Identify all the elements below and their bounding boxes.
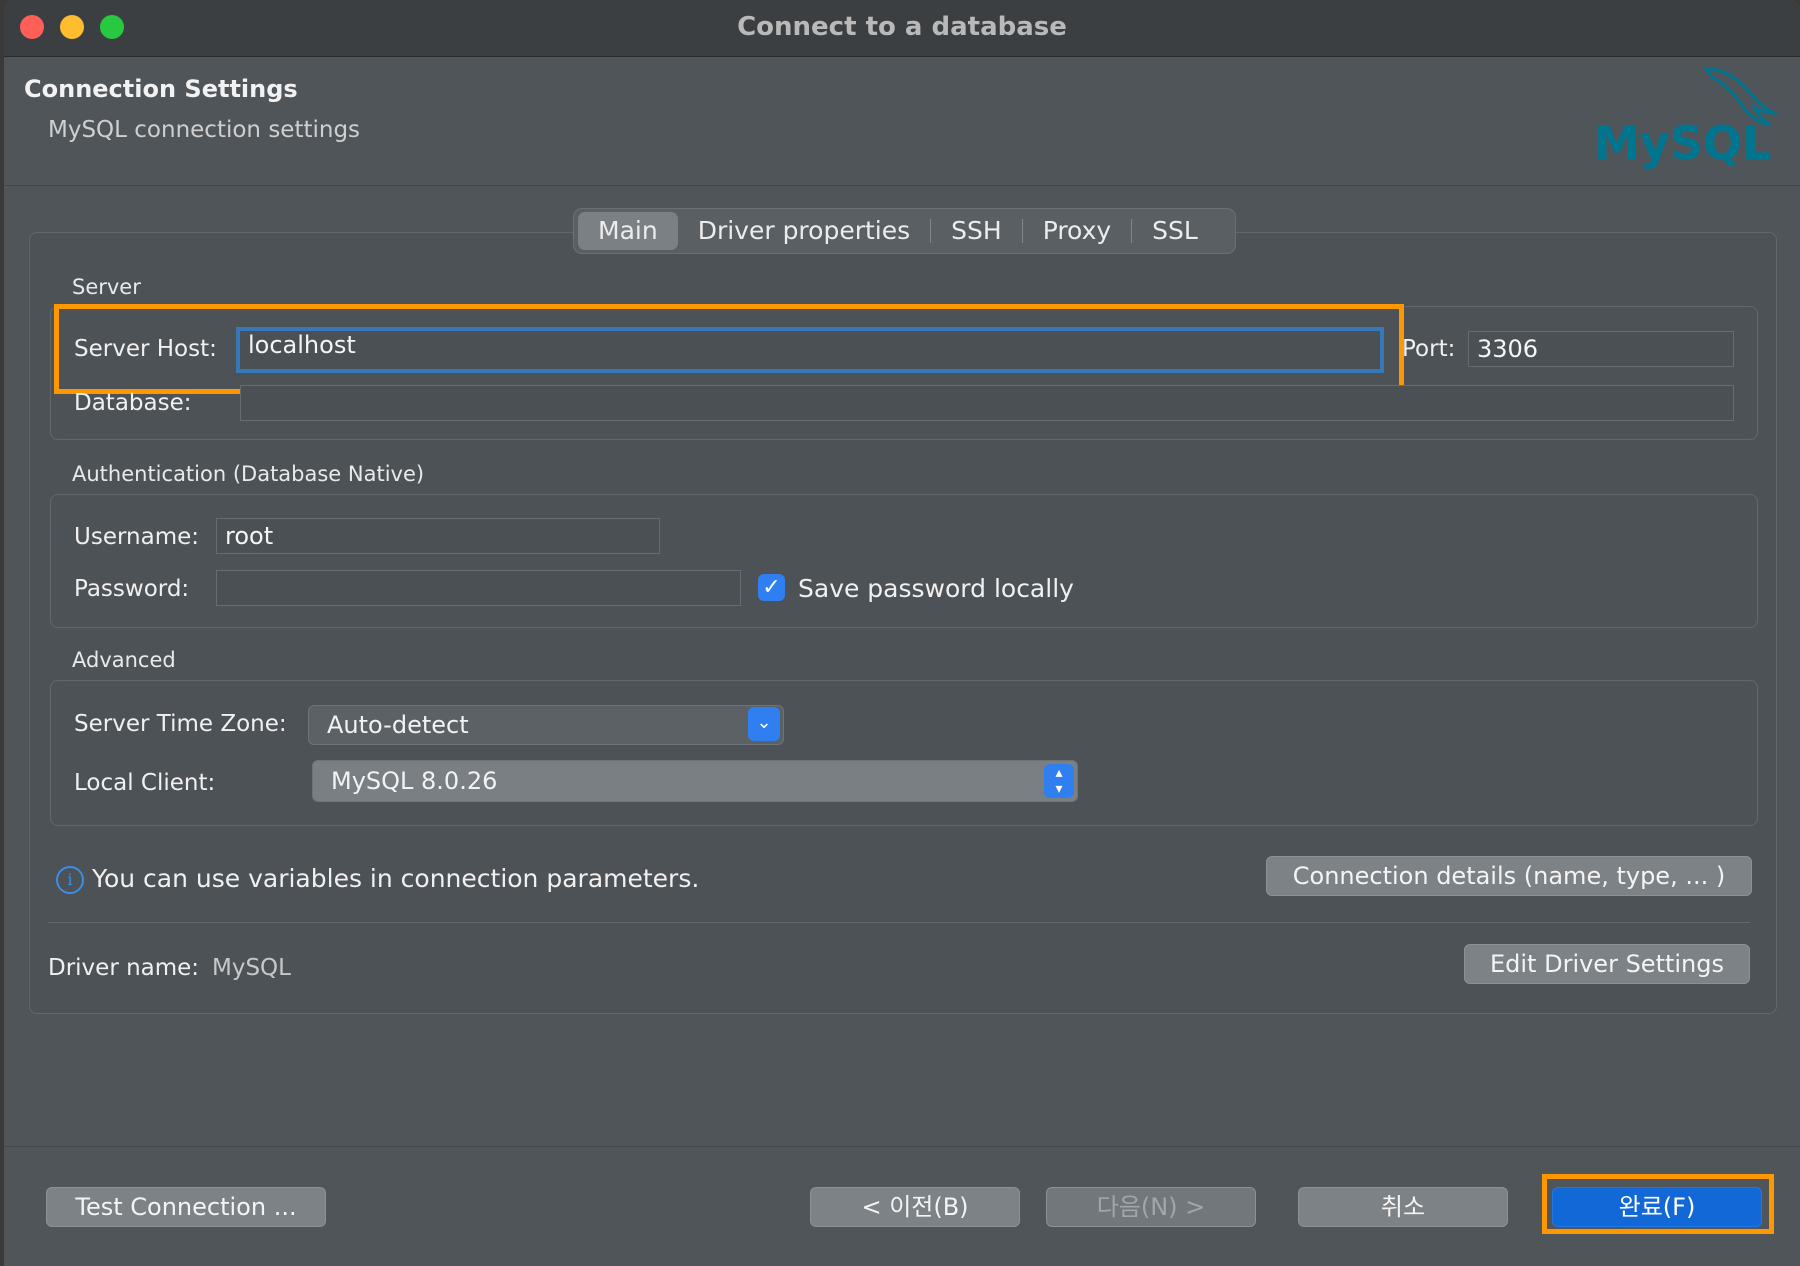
tab-main[interactable]: Main [578, 212, 678, 250]
advanced-section-label: Advanced [72, 648, 176, 672]
timezone-value: Auto-detect [327, 711, 469, 739]
mysql-logo-graphic: MySQL [1594, 67, 1780, 170]
footer-divider [4, 1146, 1800, 1147]
password-input[interactable] [216, 570, 741, 606]
connection-details-button[interactable]: Connection details (name, type, ... ) [1266, 856, 1752, 896]
timezone-select[interactable]: Auto-detect [308, 705, 784, 745]
timezone-label: Server Time Zone: [74, 711, 287, 737]
local-client-label: Local Client: [74, 770, 216, 796]
save-password-label[interactable]: Save password locally [798, 574, 1074, 603]
panel-divider [48, 922, 1750, 923]
server-host-highlight [54, 304, 1404, 394]
port-input[interactable]: 3306 [1468, 331, 1734, 367]
save-password-checkbox[interactable]: ✓ [758, 574, 785, 601]
local-client-stepper-button[interactable]: ▴ ▾ [1044, 764, 1074, 798]
test-connection-button[interactable]: Test Connection ... [46, 1187, 326, 1227]
username-input[interactable]: root [216, 518, 660, 554]
window-title: Connect to a database [737, 12, 1067, 42]
local-client-select[interactable]: MySQL 8.0.26 [312, 760, 1078, 802]
database-label: Database: [74, 390, 192, 416]
chevron-up-down-icon: ▴ ▾ [1055, 765, 1063, 797]
username-label: Username: [74, 524, 199, 550]
cancel-button[interactable]: 취소 [1298, 1187, 1508, 1227]
edit-driver-settings-button[interactable]: Edit Driver Settings [1464, 944, 1750, 984]
variables-info-text: You can use variables in connection para… [92, 864, 700, 893]
next-button[interactable]: 다음(N) > [1046, 1187, 1256, 1227]
port-label: Port: [1402, 336, 1456, 362]
local-client-value: MySQL 8.0.26 [331, 767, 498, 795]
driver-name-label: Driver name: [48, 955, 200, 981]
tab-proxy[interactable]: Proxy [1023, 212, 1131, 250]
driver-name-value: MySQL [212, 955, 291, 981]
page-title: Connection Settings [24, 75, 298, 103]
database-input[interactable] [240, 385, 1734, 421]
dialog-window: Connect to a database Connection Setting… [4, 0, 1800, 1266]
server-section-label: Server [72, 275, 141, 299]
tab-ssh[interactable]: SSH [931, 212, 1022, 250]
tab-driver-properties[interactable]: Driver properties [678, 212, 930, 250]
info-icon: i [56, 866, 84, 894]
finish-button-highlight [1542, 1174, 1774, 1234]
tab-bar: Main Driver properties SSH Proxy SSL [573, 208, 1236, 254]
password-label: Password: [74, 576, 190, 602]
auth-section-label: Authentication (Database Native) [72, 462, 425, 486]
mysql-logo-text: MySQL [1594, 116, 1771, 170]
checkmark-icon: ✓ [762, 575, 781, 600]
timezone-dropdown-button[interactable]: ⌄ [748, 707, 780, 741]
auth-group [50, 494, 1758, 628]
mysql-logo: MySQL [1588, 63, 1788, 179]
title-bar: Connect to a database [4, 0, 1800, 57]
tab-ssl[interactable]: SSL [1132, 212, 1218, 250]
wizard-header: Connection Settings MySQL connection set… [4, 57, 1800, 186]
back-button[interactable]: < 이전(B) [810, 1187, 1020, 1227]
chevron-down-icon: ⌄ [756, 712, 772, 733]
advanced-group [50, 680, 1758, 826]
page-subtitle: MySQL connection settings [48, 117, 361, 143]
